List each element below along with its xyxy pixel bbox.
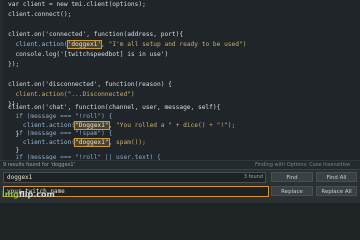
replace-all-button[interactable]: Replace All	[316, 186, 357, 196]
code-text: client.action(	[8, 122, 76, 129]
match-summary: 9 results found for 'doggex1'	[3, 162, 75, 168]
code-text: client.on('disconnected', function(reaso…	[8, 81, 172, 88]
code-text: client.on('connected', function(address,…	[8, 31, 184, 38]
code-line: var client = new tmi.client(options);	[8, 0, 146, 10]
code-text: if (message === "!roll") {	[8, 113, 113, 120]
code-text: client.action(	[8, 139, 76, 146]
code-text: , spam());	[108, 139, 146, 146]
search-match-highlight: "doggex1"	[74, 138, 110, 147]
code-editor[interactable]: var client = new tmi.client(options); cl…	[0, 0, 360, 178]
search-match-highlight: "Doggex1"	[74, 121, 110, 130]
code-line: client.on('connected', function(address,…	[8, 30, 183, 40]
code-text: client.on('chat', function(channel, user…	[8, 104, 221, 111]
code-text: });	[8, 61, 20, 68]
code-line: client.action("doggex1", spam());	[8, 138, 146, 148]
find-input[interactable]: doggex1	[3, 172, 266, 183]
code-line: client.connect();	[8, 10, 71, 20]
code-text: console.log('[twitchspeedbot] is in use'…	[8, 51, 169, 58]
code-text: if (message === "!spam") {	[8, 130, 113, 137]
imgflip-watermark: imgflip.com	[2, 190, 55, 199]
replace-button[interactable]: Replace	[271, 186, 313, 196]
find-button[interactable]: Find	[271, 172, 313, 182]
code-text: var client = new tmi.client(options);	[8, 1, 146, 8]
search-match-highlight: 'doggex1'	[66, 40, 103, 49]
code-line: });	[8, 60, 19, 70]
match-count: 3 found	[243, 174, 263, 180]
code-text: , "I'm all setup and ready to be used")	[101, 41, 247, 48]
code-text: client.connect();	[8, 11, 72, 18]
code-line: console.log('[twitchspeedbot] is in use'…	[8, 50, 168, 60]
code-line: client.action('doggex1', "I'm all setup …	[8, 40, 246, 50]
watermark-suffix: flip.com	[18, 190, 55, 199]
editor-gutter	[0, 0, 3, 178]
code-text: client.action("...Disconnected")	[8, 91, 135, 98]
code-line: client.action("...Disconnected")	[8, 90, 135, 100]
code-line: client.on('disconnected', function(reaso…	[8, 80, 172, 90]
code-text: , "You rolled a " + dice() + "!");	[108, 122, 236, 129]
find-options-label: Finding with Options: Case Insensitive	[254, 162, 350, 168]
watermark-prefix: img	[2, 190, 19, 199]
code-text: client.action(	[8, 41, 68, 48]
find-all-button[interactable]: Find All	[316, 172, 357, 182]
